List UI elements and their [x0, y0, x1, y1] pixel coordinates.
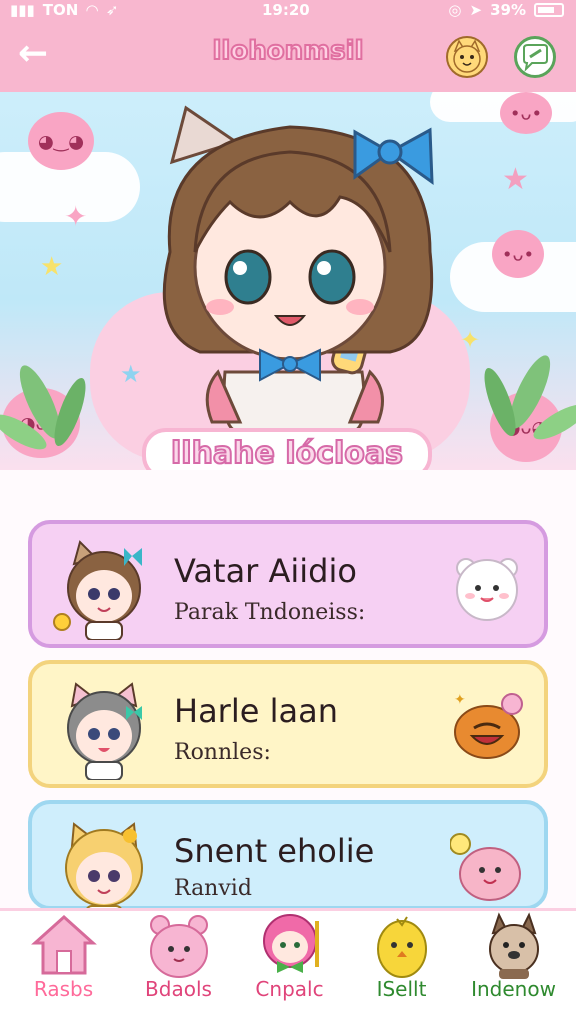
dog-icon [488, 912, 539, 979]
signal-icon: ▮▮▮ [10, 1, 35, 19]
star-decoration: ★ [502, 162, 529, 197]
clock: 19:20 [262, 1, 310, 19]
card-subtitle: Ranvid [174, 876, 252, 901]
pink-bear-sticker: ◕‿◕ [28, 112, 94, 170]
card-title: Harle laan [174, 692, 338, 730]
back-button[interactable]: ← [18, 36, 62, 76]
white-bear-mascot [456, 558, 518, 621]
alarm-icon: ◎ [448, 1, 462, 19]
star-decoration: ★ [40, 252, 64, 282]
navigation-icon: ➤ [469, 1, 483, 19]
pink-bear-icon [149, 915, 208, 978]
battery-percent: 39% [490, 1, 526, 19]
cat-girl-avatar [67, 682, 142, 780]
yellow-chick-icon [376, 916, 427, 978]
star-decoration: ★ [120, 360, 142, 388]
pink-blob-mascot [450, 833, 521, 901]
nav-label: Bdaols [145, 977, 212, 1001]
pink-bear-sticker: •ᴗ• [500, 92, 552, 134]
bottom-navigation: Rasbs Bdaols Cnpalc ISellt Indenow [0, 908, 576, 1024]
star-decoration: ✦ [460, 326, 481, 354]
pink-bear-sticker: •ᴗ• [492, 230, 544, 278]
star-decoration: ✦ [64, 200, 88, 233]
battery-icon [534, 3, 564, 17]
list-card[interactable]: Vatar Aiidio Parak Tndoneiss: [28, 520, 548, 648]
list-card[interactable]: Snent eholie Ranvid [28, 800, 548, 920]
cat-girl-avatar [65, 822, 143, 920]
nav-item-indenow[interactable]: Indenow [456, 911, 571, 1024]
app-title: llohonmsil [212, 35, 365, 67]
hero-banner: ◕‿◕ •ᴗ• •ᴗ• ◕ᴗ◕ ◕ᴗ◕ ✦ ★ ★ ✦ ★ [0, 92, 576, 470]
status-bar: ▮▮▮ TON ◠ ➶ 19:20 ◎ ➤ 39% [0, 0, 576, 22]
cat-girl-avatar [53, 540, 142, 640]
anime-girl-character [162, 105, 434, 432]
chat-button[interactable] [514, 36, 556, 78]
list-card[interactable]: Harle laan Ronnles: ✦ [28, 660, 548, 788]
card-title: Snent eholie [174, 832, 375, 870]
arrow-left-icon: ← [18, 33, 49, 74]
pink-hair-character-icon [262, 914, 319, 973]
profile-cat-button[interactable] [446, 36, 488, 78]
hero-title: llhahe lócloas [142, 428, 432, 470]
card-subtitle: Ronnles: [174, 740, 271, 765]
leaves-decoration [484, 355, 576, 440]
house-icon [30, 914, 97, 975]
nav-item-rasbs[interactable]: Rasbs [6, 911, 121, 1024]
nav-label: ISellt [376, 977, 427, 1001]
wifi-icon: ◠ [86, 1, 98, 19]
leaves-decoration [0, 365, 86, 450]
nav-item-isellt[interactable]: ISellt [344, 911, 459, 1024]
nav-item-cnpalc[interactable]: Cnpalc [232, 911, 347, 1024]
svg-text:✦: ✦ [454, 692, 466, 708]
nav-label: Cnpalc [255, 977, 324, 1001]
cat-face-icon [453, 39, 481, 73]
card-subtitle: Parak Tndoneiss: [174, 600, 366, 625]
nav-item-bdaols[interactable]: Bdaols [121, 911, 236, 1024]
card-title: Vatar Aiidio [174, 552, 357, 590]
carrier-name: TON [42, 1, 79, 19]
orange-donut-mascot: ✦ [454, 692, 523, 759]
nav-label: Rasbs [33, 977, 94, 1001]
chat-bubble-icon [523, 44, 548, 72]
nav-label: Indenow [471, 977, 556, 1001]
app-header: ← llohonmsil [0, 22, 576, 104]
location-icon: ➶ [105, 1, 119, 19]
